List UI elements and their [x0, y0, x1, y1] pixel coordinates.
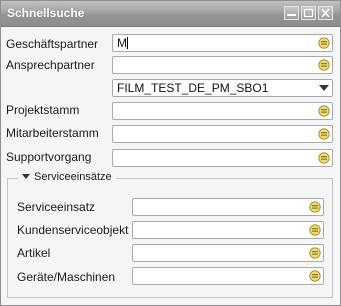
window-title: Schnellsuche — [7, 6, 85, 20]
lookup-icon[interactable] — [318, 37, 330, 49]
title-bar[interactable]: Schnellsuche — [1, 1, 340, 27]
lookup-icon[interactable] — [318, 128, 330, 140]
ansprechpartner-field[interactable] — [112, 56, 333, 74]
lookup-icon[interactable] — [318, 59, 330, 71]
projektstamm-field[interactable] — [112, 102, 333, 120]
supportvorgang-field[interactable] — [112, 149, 333, 167]
serviceeinsaetze-group: Serviceeinsätze Serviceeinsatz Kundenser… — [7, 171, 333, 298]
maximize-button[interactable] — [301, 6, 316, 20]
lookup-icon[interactable] — [309, 270, 321, 282]
minimize-button[interactable] — [284, 6, 299, 20]
lookup-icon[interactable] — [309, 247, 321, 259]
lookup-icon[interactable] — [318, 152, 330, 164]
close-icon — [321, 8, 330, 18]
triangle-down-icon — [22, 174, 30, 180]
maximize-icon — [303, 8, 314, 18]
ansprechpartner-select-value: FILM_TEST_DE_PM_SBO1 — [117, 81, 269, 95]
projektstamm-label: Projektstamm — [6, 103, 80, 117]
close-button[interactable] — [318, 6, 333, 20]
mitarbeiterstamm-field[interactable] — [112, 125, 333, 143]
kundenserviceobjekt-field[interactable] — [132, 221, 324, 239]
chevron-down-icon[interactable] — [319, 85, 329, 92]
form-body: Geschäftspartner M Ansprechpartner FILM_… — [1, 27, 340, 305]
quick-search-window: Schnellsuche Geschäftspartner M Ansprech… — [0, 0, 341, 306]
artikel-label: Artikel — [17, 246, 51, 260]
lookup-icon[interactable] — [309, 224, 321, 236]
serviceeinsaetze-title: Serviceeinsätze — [34, 171, 112, 183]
text-cursor — [127, 37, 128, 49]
supportvorgang-label: Supportvorgang — [6, 150, 92, 164]
serviceeinsatz-label: Serviceeinsatz — [17, 200, 96, 214]
lookup-icon[interactable] — [318, 105, 330, 117]
ansprechpartner-label: Ansprechpartner — [6, 58, 95, 72]
ansprechpartner-select[interactable]: FILM_TEST_DE_PM_SBO1 — [112, 79, 333, 97]
kundenserviceobjekt-label: Kundenserviceobjekt — [17, 223, 129, 237]
mitarbeiterstamm-label: Mitarbeiterstamm — [6, 126, 99, 140]
geraete-label: Geräte/Maschinen — [17, 270, 116, 284]
minimize-icon — [287, 14, 296, 16]
artikel-field[interactable] — [132, 244, 324, 262]
geraete-field[interactable] — [132, 267, 324, 285]
geschaeftspartner-value: M — [117, 36, 127, 50]
serviceeinsatz-field[interactable] — [132, 198, 324, 216]
lookup-icon[interactable] — [309, 201, 321, 213]
geschaeftspartner-field[interactable]: M — [112, 34, 333, 52]
serviceeinsaetze-toggle[interactable]: Serviceeinsätze — [18, 171, 116, 183]
geschaeftspartner-label: Geschäftspartner — [6, 37, 99, 51]
